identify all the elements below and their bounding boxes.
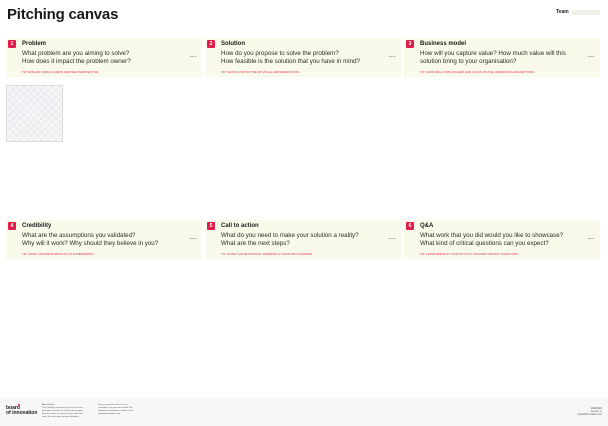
page-title: Pitching canvas <box>7 6 119 23</box>
card-question: How do you propose to solve the problem? <box>221 50 339 57</box>
card-question: How does it impact the problem owner? <box>22 58 131 65</box>
more-options-icon[interactable]: ··· <box>190 53 197 61</box>
footer-license: CREATED license: cc boardofinnovation.co… <box>577 407 602 416</box>
card-title: Business model <box>420 41 467 47</box>
card-number: 3 <box>406 40 414 48</box>
card-qa[interactable]: 6 Q&A What work that you did would you l… <box>404 220 600 259</box>
card-number: 1 <box>8 40 16 48</box>
card-number: 4 <box>8 222 16 230</box>
more-options-icon[interactable]: ··· <box>588 53 595 61</box>
card-tip: Tip: leave bread in your pitch to trigge… <box>420 253 519 256</box>
card-question: How feasible is the solution that you ha… <box>221 58 360 65</box>
more-options-icon[interactable]: ··· <box>588 235 595 243</box>
card-tip: Tip: explain from a human centred perspe… <box>22 71 100 74</box>
footer: board of innovation About Board The Pitc… <box>0 398 608 426</box>
card-problem[interactable]: 1 Problem What problem are you aiming to… <box>6 38 202 77</box>
card-number: 6 <box>406 222 414 230</box>
card-call-to-action[interactable]: 5 Call to action What do you need to mak… <box>205 220 401 259</box>
card-question: How will you capture value? How much val… <box>420 50 566 57</box>
card-title: Q&A <box>420 223 434 229</box>
team-label: Team <box>556 9 569 15</box>
card-tip: Tip: show ball park figures and focus on… <box>420 71 535 74</box>
image-placeholder[interactable] <box>6 85 63 142</box>
more-options-icon[interactable]: ··· <box>389 235 396 243</box>
card-question: What work that you did would you like to… <box>420 232 564 239</box>
card-question: What do you need to make your solution a… <box>221 232 359 239</box>
logo-spark-icon <box>18 404 20 406</box>
team-input[interactable] <box>571 9 600 15</box>
card-title: Problem <box>22 41 47 47</box>
card-business-model[interactable]: 3 Business model How will you capture va… <box>404 38 600 77</box>
card-number: 2 <box>207 40 215 48</box>
card-title: Credibility <box>22 223 52 229</box>
card-tip: Tip: guide the decision by offering a cl… <box>221 253 314 256</box>
card-number: 5 <box>207 222 215 230</box>
card-question: What are the next steps? <box>221 240 290 247</box>
card-title: Solution <box>221 41 245 47</box>
card-question: What kind of critical questions can you … <box>420 240 549 247</box>
card-question: Why will it work? Why should they believ… <box>22 240 159 247</box>
more-options-icon[interactable]: ··· <box>389 53 396 61</box>
card-title: Call to action <box>221 223 259 229</box>
more-options-icon[interactable]: ··· <box>190 235 197 243</box>
footer-usage: You can use this tool as it is or custom… <box>98 404 134 415</box>
brand-logo: board of innovation <box>6 406 37 416</box>
card-tip: Tip: show concrete results of experiment… <box>22 253 95 256</box>
footer-about: About Board The Pitching canvas helps yo… <box>42 404 84 418</box>
team-field-group: Team <box>556 9 600 15</box>
card-question: What are the assumptions you validated? <box>22 232 136 239</box>
card-question: What problem are you aiming to solve? <box>22 50 130 57</box>
logo-line: of innovation <box>6 410 38 416</box>
card-question: solution bring to your organisation? <box>420 58 517 65</box>
card-solution[interactable]: 2 Solution How do you propose to solve t… <box>205 38 401 77</box>
card-credibility[interactable]: 4 Credibility What are the assumptions y… <box>6 220 202 259</box>
card-tip: Tip: show a prototype or visual represen… <box>221 71 300 74</box>
